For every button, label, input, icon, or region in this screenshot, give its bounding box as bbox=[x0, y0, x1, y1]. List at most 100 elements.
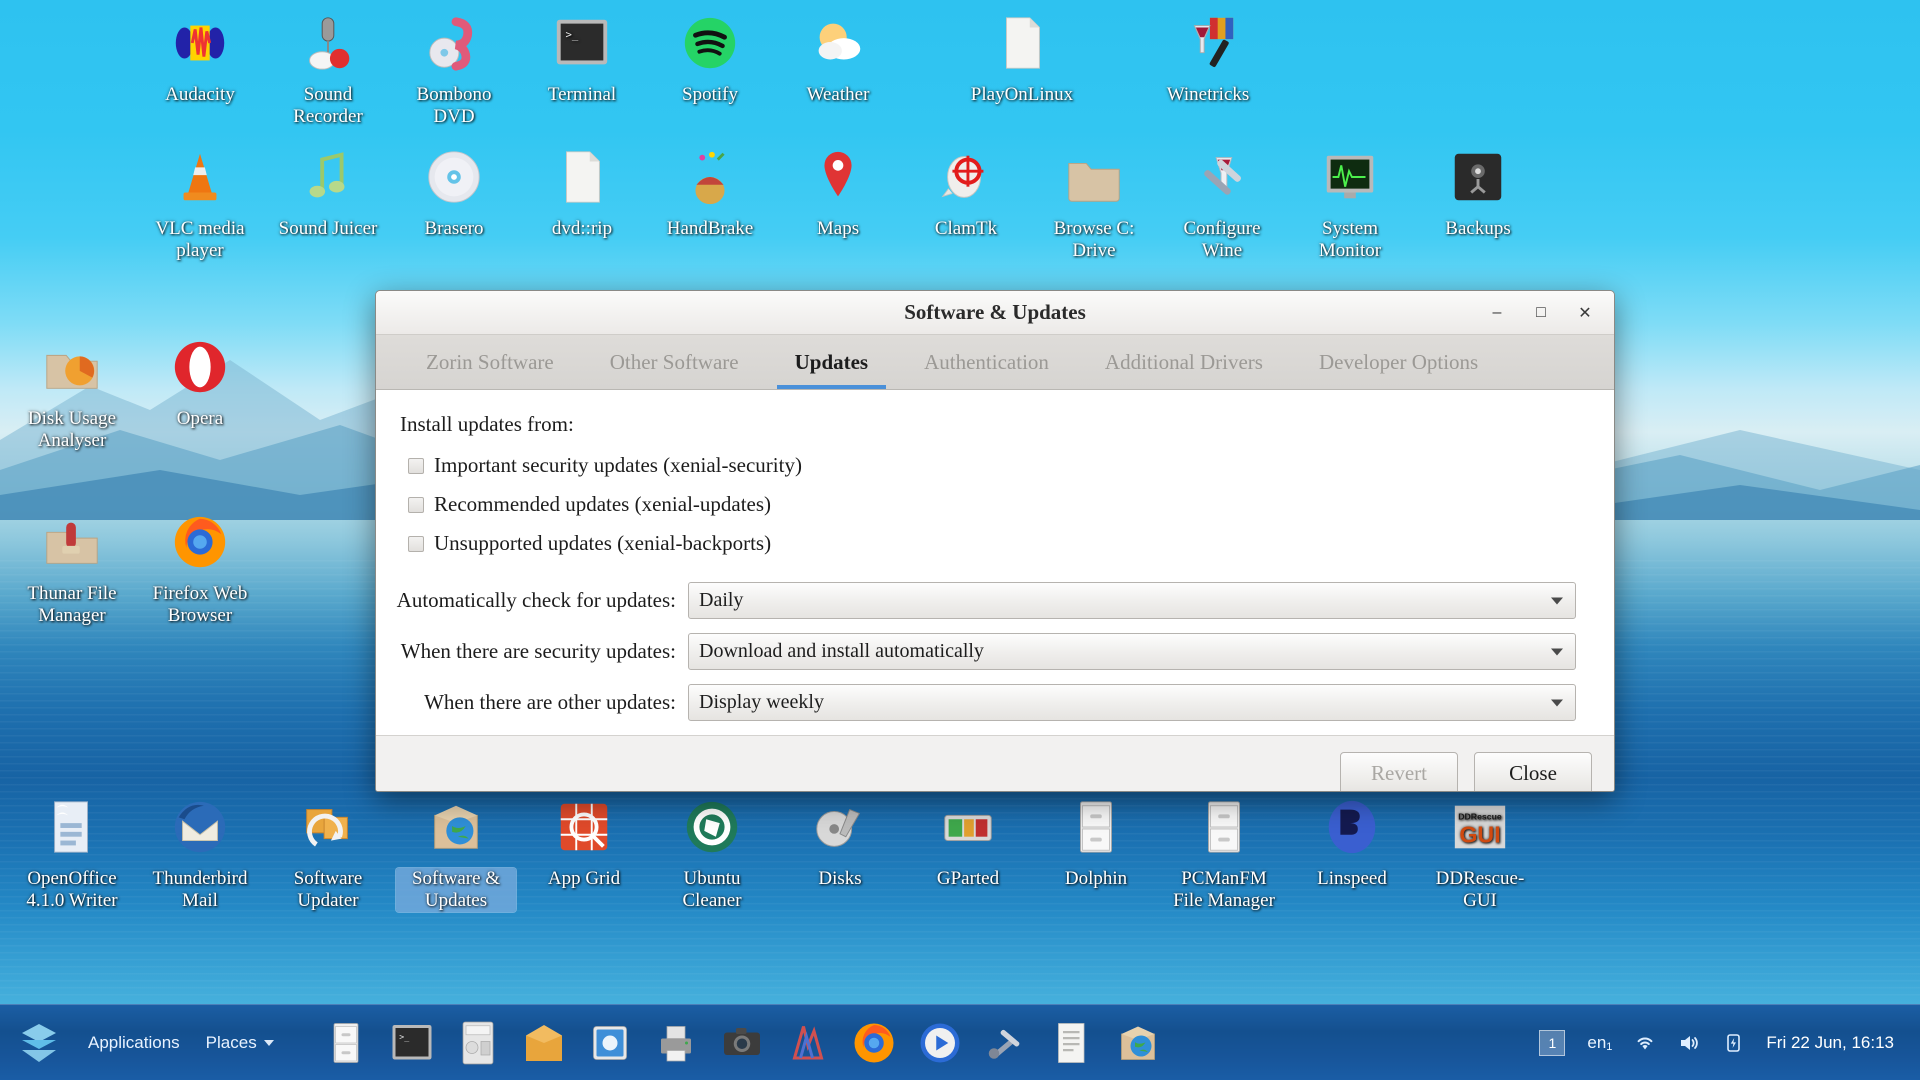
desktop-icon-handbrake[interactable]: HandBrake bbox=[650, 140, 770, 240]
desktop-icon-linspeed[interactable]: Linspeed bbox=[1292, 790, 1412, 890]
system-tray[interactable]: 1 en 1 Fri 22 Jun, 16:13 bbox=[1539, 1029, 1920, 1056]
desktop-icon-configure-wine[interactable]: Configure Wine bbox=[1162, 140, 1282, 262]
wifi-icon[interactable] bbox=[1634, 1032, 1656, 1054]
launcher-camera[interactable] bbox=[714, 1014, 770, 1072]
desktop-icon-backups[interactable]: Backups bbox=[1418, 140, 1538, 240]
firefox-icon bbox=[849, 1018, 899, 1068]
desktop-icon-pcmanfm[interactable]: PCManFM File Manager bbox=[1164, 790, 1284, 912]
applications-label: Applications bbox=[88, 1032, 180, 1052]
launcher-krita[interactable] bbox=[780, 1014, 836, 1072]
checkbox-control[interactable] bbox=[408, 535, 424, 552]
configure-wine-icon bbox=[1162, 140, 1282, 214]
minimize-icon[interactable]: – bbox=[1486, 302, 1508, 324]
launcher-calculator[interactable] bbox=[450, 1014, 506, 1072]
desktop-icon-document[interactable]: dvd::rip bbox=[522, 140, 642, 240]
desktop-icon-terminal[interactable]: >_ Terminal bbox=[522, 6, 642, 106]
update-sources-group[interactable]: Important security updates (xenial-secur… bbox=[392, 453, 1598, 556]
software-updates-window[interactable]: Software & Updates – □ ✕ Zorin Software O… bbox=[375, 290, 1615, 792]
desktop-icon-software-updater[interactable]: Software Updater bbox=[268, 790, 388, 912]
checkbox-control[interactable] bbox=[408, 496, 424, 513]
desktop-icon-openoffice-writer[interactable]: OpenOffice 4.1.0 Writer bbox=[12, 790, 132, 912]
desktop-icon-firefox[interactable]: Firefox Web Browser bbox=[140, 505, 260, 627]
maximize-icon[interactable]: □ bbox=[1530, 302, 1552, 324]
desktop-icon-winetricks[interactable]: Winetricks bbox=[1148, 6, 1268, 106]
combo-select-2[interactable]: Display weekly bbox=[688, 684, 1576, 721]
desktop-icon-opera[interactable]: Opera bbox=[140, 330, 260, 430]
keyboard-layout-indicator[interactable]: en 1 bbox=[1587, 1033, 1612, 1053]
clock[interactable]: Fri 22 Jun, 16:13 bbox=[1766, 1033, 1894, 1053]
desktop-icon-label: PCManFM File Manager bbox=[1173, 868, 1275, 911]
dialog-footer: Revert Close bbox=[376, 735, 1614, 791]
launcher-terminal[interactable]: >_ bbox=[384, 1014, 440, 1072]
close-icon[interactable]: ✕ bbox=[1574, 302, 1596, 324]
desktop-icon-software-updates[interactable]: Software & Updates bbox=[396, 790, 516, 912]
desktop-icon-weather[interactable]: Weather bbox=[778, 6, 898, 106]
desktop-icon-disk-usage[interactable]: Disk Usage Analyser bbox=[12, 330, 132, 452]
checkbox-row-2[interactable]: Unsupported updates (xenial-backports) bbox=[408, 531, 1598, 556]
checkbox-control[interactable] bbox=[408, 457, 424, 474]
places-label: Places bbox=[205, 1032, 257, 1052]
launcher-media-player[interactable] bbox=[912, 1014, 968, 1072]
launcher-strip[interactable]: >_ bbox=[308, 1014, 1166, 1072]
launcher-file-cabinet[interactable] bbox=[318, 1014, 374, 1072]
desktop-icon-gparted[interactable]: GParted bbox=[908, 790, 1028, 890]
revert-button[interactable]: Revert bbox=[1340, 751, 1458, 791]
launcher-software-updates[interactable] bbox=[1110, 1014, 1166, 1072]
launcher-package-box[interactable] bbox=[516, 1014, 572, 1072]
zorin-logo-icon[interactable] bbox=[16, 1020, 62, 1066]
tab-zorin-software[interactable]: Zorin Software bbox=[398, 335, 582, 389]
close-button[interactable]: Close bbox=[1474, 751, 1592, 791]
desktop-icon-label: dvd::rip bbox=[551, 218, 613, 239]
desktop-icon-spotify[interactable]: Spotify bbox=[650, 6, 770, 106]
battery-icon[interactable] bbox=[1722, 1032, 1744, 1054]
desktop-icon-cd-disc[interactable]: Brasero bbox=[394, 140, 514, 240]
desktop-icon-bombono-dvd[interactable]: Bombono DVD bbox=[394, 6, 514, 128]
desktop-icon-folder[interactable]: Browse C: Drive bbox=[1034, 140, 1154, 262]
desktop-icon-maps[interactable]: Maps bbox=[778, 140, 898, 240]
desktop-icon-ddrescue-gui[interactable]: DDRescue GUI DDRescue-GUI bbox=[1420, 790, 1540, 912]
desktop-icon-playonlinux[interactable]: PlayOnLinux bbox=[962, 6, 1082, 106]
audacity-icon bbox=[140, 6, 260, 80]
desktop-icon-label: Firefox Web Browser bbox=[152, 583, 248, 626]
update-schedule-group[interactable]: Automatically check for updates: Daily Whe… bbox=[392, 582, 1598, 721]
launcher-document-viewer[interactable] bbox=[1044, 1014, 1100, 1072]
launcher-tools[interactable] bbox=[978, 1014, 1034, 1072]
applications-menu[interactable]: Applications bbox=[88, 1033, 180, 1053]
workspace-switcher[interactable]: 1 bbox=[1539, 1029, 1566, 1056]
tab-additional-drivers[interactable]: Additional Drivers bbox=[1077, 335, 1291, 389]
window-titlebar[interactable]: Software & Updates – □ ✕ bbox=[376, 291, 1614, 335]
checkbox-row-0[interactable]: Important security updates (xenial-secur… bbox=[408, 453, 1598, 478]
desktop-icon-audacity[interactable]: Audacity bbox=[140, 6, 260, 106]
desktop-icon-system-monitor[interactable]: System Monitor bbox=[1290, 140, 1410, 262]
launcher-printer[interactable] bbox=[648, 1014, 704, 1072]
places-menu[interactable]: Places bbox=[206, 1033, 274, 1053]
desktop-icon-thunar[interactable]: Thunar File Manager bbox=[12, 505, 132, 627]
tab-bar[interactable]: Zorin Software Other Software Updates Authe… bbox=[376, 335, 1614, 390]
combo-select-1[interactable]: Download and install automatically bbox=[688, 633, 1576, 670]
backups-icon bbox=[1418, 140, 1538, 214]
disk-usage-icon bbox=[12, 330, 132, 404]
combo-select-0[interactable]: Daily bbox=[688, 582, 1576, 619]
tab-developer-options[interactable]: Developer Options bbox=[1291, 335, 1506, 389]
tab-other-software[interactable]: Other Software bbox=[582, 335, 767, 389]
krita-icon bbox=[783, 1018, 833, 1068]
desktop-icon-dolphin[interactable]: Dolphin bbox=[1036, 790, 1156, 890]
launcher-firefox[interactable] bbox=[846, 1014, 902, 1072]
desktop-icon-disks[interactable]: Disks bbox=[780, 790, 900, 890]
desktop-icon-clamtk[interactable]: ClamTk bbox=[906, 140, 1026, 240]
tab-authentication[interactable]: Authentication bbox=[896, 335, 1077, 389]
media-player-icon bbox=[915, 1018, 965, 1068]
tab-updates[interactable]: Updates bbox=[767, 335, 897, 389]
checkbox-row-1[interactable]: Recommended updates (xenial-updates) bbox=[408, 492, 1598, 517]
desktop-icon-thunderbird[interactable]: Thunderbird Mail bbox=[140, 790, 260, 912]
volume-icon[interactable] bbox=[1678, 1032, 1700, 1054]
desktop[interactable]: Audacity Sound Recorder Bombono DVD >_ Termi… bbox=[0, 0, 1920, 1080]
desktop-icon-vlc[interactable]: VLC media player bbox=[140, 140, 260, 262]
desktop-icon-app-grid[interactable]: App Grid bbox=[524, 790, 644, 890]
desktop-icon-sound-juicer[interactable]: Sound Juicer bbox=[268, 140, 388, 240]
taskbar[interactable]: Applications Places >_ 1 en 1 Fri 22 Jun… bbox=[0, 1004, 1920, 1080]
window-controls[interactable]: – □ ✕ bbox=[1486, 302, 1614, 324]
launcher-software-center[interactable] bbox=[582, 1014, 638, 1072]
desktop-icon-sound-recorder[interactable]: Sound Recorder bbox=[268, 6, 388, 128]
desktop-icon-ubuntu-cleaner[interactable]: Ubuntu Cleaner bbox=[652, 790, 772, 912]
